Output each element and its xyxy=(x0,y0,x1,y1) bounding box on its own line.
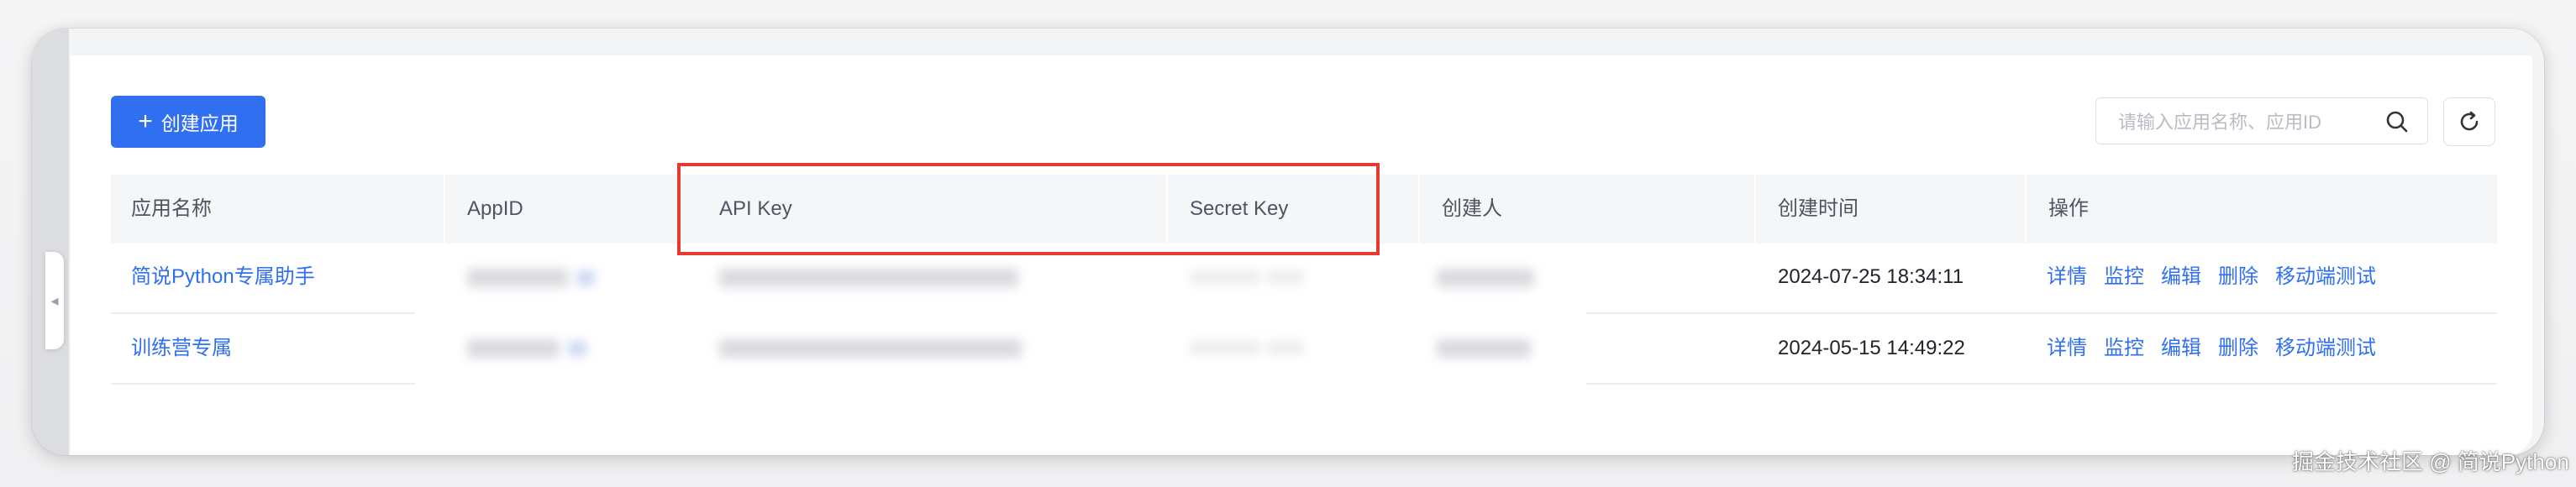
column-header-actions: 操作 xyxy=(2048,197,2089,220)
sidebar-edge xyxy=(32,29,69,455)
creator-redacted xyxy=(1437,269,1534,287)
secret-key-redacted xyxy=(1190,270,1260,284)
action-details[interactable]: 详情 xyxy=(2047,334,2087,363)
action-edit[interactable]: 编辑 xyxy=(2161,334,2201,363)
created-time: 2024-07-25 18:34:11 xyxy=(1778,265,1964,288)
appid-redacted xyxy=(467,339,560,358)
app-name-link[interactable]: 简说Python专属助手 xyxy=(131,263,315,291)
refresh-icon xyxy=(2460,111,2479,131)
highlight-box xyxy=(677,163,1380,255)
plus-icon: + xyxy=(138,107,153,135)
action-details[interactable]: 详情 xyxy=(2047,263,2087,291)
column-header-app-name: 应用名称 xyxy=(131,197,212,220)
column-divider xyxy=(444,175,445,244)
app-name-link[interactable]: 训练营专属 xyxy=(131,334,232,363)
sidebar-collapse-toggle[interactable]: ◂ xyxy=(45,252,64,349)
watermark: 掘金技术社区 @ 简说Python xyxy=(2292,449,2569,474)
column-header-appid: AppID xyxy=(467,197,523,220)
create-app-button[interactable]: + 创建应用 xyxy=(111,96,265,148)
copy-icon[interactable] xyxy=(576,270,595,285)
column-divider xyxy=(1418,175,1420,244)
row-divider xyxy=(111,383,415,385)
action-monitor[interactable]: 监控 xyxy=(2104,334,2144,363)
row-divider xyxy=(1586,312,2497,314)
api-key-redacted xyxy=(719,269,1018,287)
column-header-created-time: 创建时间 xyxy=(1778,197,1858,220)
search-icon[interactable] xyxy=(2384,108,2410,135)
row-divider xyxy=(111,312,415,314)
api-key-redacted xyxy=(719,339,1022,358)
column-divider xyxy=(1754,175,1756,244)
search-field[interactable] xyxy=(2095,97,2428,144)
action-mobile-test[interactable]: 移动端测试 xyxy=(2275,334,2376,363)
action-edit[interactable]: 编辑 xyxy=(2161,263,2201,291)
appid-redacted xyxy=(467,269,568,287)
copy-icon[interactable] xyxy=(568,341,586,356)
eye-icon[interactable] xyxy=(1267,270,1304,284)
creator-redacted xyxy=(1437,339,1531,358)
eye-icon[interactable] xyxy=(1267,341,1304,354)
refresh-button[interactable] xyxy=(2443,97,2495,146)
created-time: 2024-05-15 14:49:22 xyxy=(1778,337,1965,359)
action-mobile-test[interactable]: 移动端测试 xyxy=(2275,263,2376,291)
action-delete[interactable]: 删除 xyxy=(2218,334,2258,363)
action-delete[interactable]: 删除 xyxy=(2218,263,2258,291)
search-input[interactable] xyxy=(2116,107,2372,139)
column-divider xyxy=(2025,175,2027,244)
action-monitor[interactable]: 监控 xyxy=(2104,263,2144,291)
chevron-left-icon: ◂ xyxy=(50,291,59,309)
secret-key-redacted xyxy=(1190,341,1260,354)
row-divider xyxy=(1586,383,2497,385)
column-header-creator: 创建人 xyxy=(1442,197,1502,220)
create-app-label: 创建应用 xyxy=(160,113,239,134)
